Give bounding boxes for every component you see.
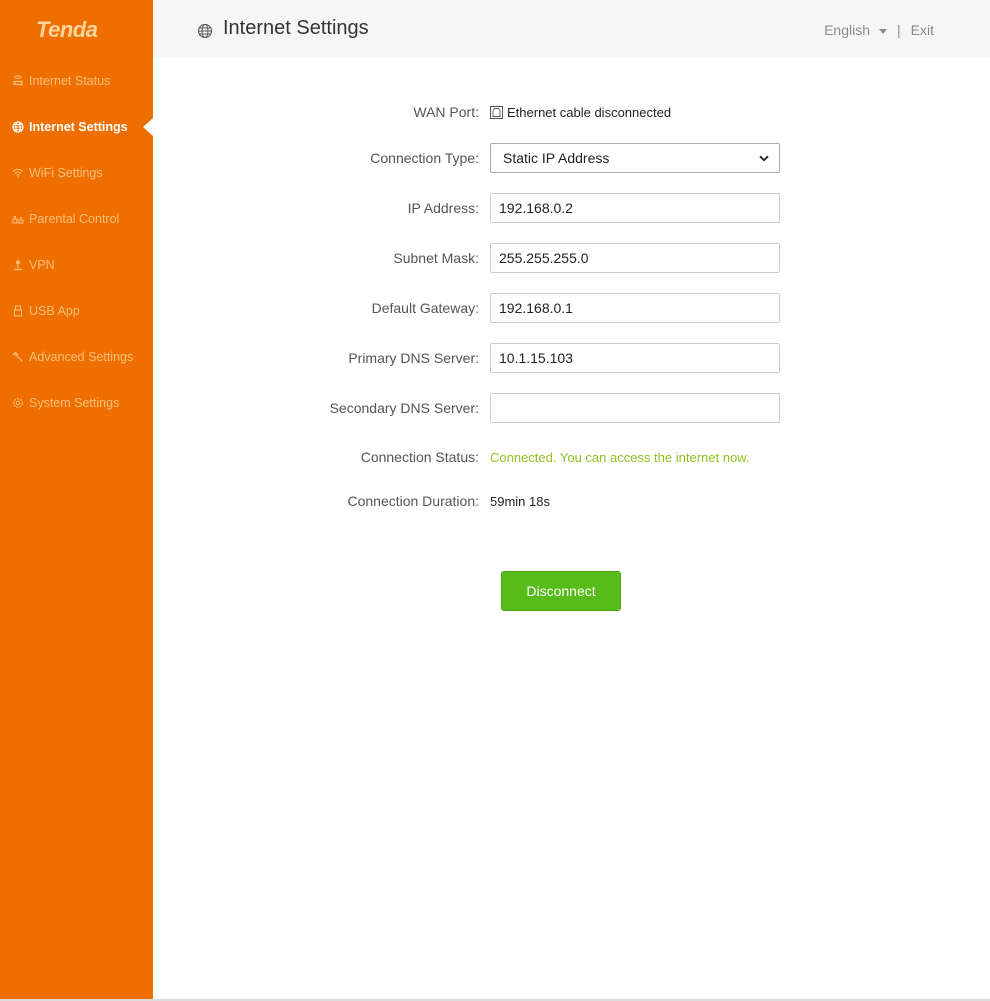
connection-status-value: Connected. You can access the internet n… bbox=[490, 449, 750, 465]
connection-status-label: Connection Status: bbox=[360, 449, 479, 465]
sidebar-item-internet-status[interactable]: Internet Status bbox=[0, 58, 153, 104]
usb-icon bbox=[11, 305, 24, 318]
primary-dns-row: Primary DNS Server: bbox=[153, 343, 990, 373]
globe-icon bbox=[197, 22, 213, 38]
parental-icon bbox=[11, 213, 24, 226]
wan-port-label: WAN Port: bbox=[413, 104, 479, 120]
default-gateway-input[interactable] bbox=[490, 293, 780, 323]
subnet-mask-input[interactable] bbox=[490, 243, 780, 273]
subnet-mask-label: Subnet Mask: bbox=[393, 250, 479, 266]
sidebar-item-usb-app[interactable]: USB App bbox=[0, 288, 153, 334]
sidebar-item-parental-control[interactable]: Parental Control bbox=[0, 196, 153, 242]
connection-duration-label: Connection Duration: bbox=[347, 493, 479, 509]
caret-down-icon bbox=[879, 28, 888, 34]
sidebar-item-label: Advanced Settings bbox=[29, 350, 134, 364]
primary-dns-input[interactable] bbox=[490, 343, 780, 373]
connection-status-row: Connection Status: Connected. You can ac… bbox=[153, 447, 990, 467]
sidebar-item-wifi-settings[interactable]: WiFi Settings bbox=[0, 150, 153, 196]
connection-type-select[interactable]: Static IP Address bbox=[490, 143, 780, 173]
language-label: English bbox=[824, 22, 871, 38]
page-title: Internet Settings bbox=[197, 17, 369, 40]
sidebar-item-advanced-settings[interactable]: Advanced Settings bbox=[0, 334, 153, 380]
vpn-icon bbox=[11, 259, 24, 272]
sidebar-item-label: Internet Settings bbox=[29, 120, 128, 134]
secondary-dns-label: Secondary DNS Server: bbox=[329, 400, 479, 416]
primary-dns-label: Primary DNS Server: bbox=[348, 350, 479, 366]
globe-icon bbox=[11, 121, 24, 134]
wan-port-status: Ethernet cable disconnected bbox=[507, 104, 672, 120]
sidebar-item-system-settings[interactable]: System Settings bbox=[0, 380, 153, 426]
sidebar: Tenda Internet Status Internet Settings … bbox=[0, 0, 153, 999]
chevron-down-icon bbox=[759, 155, 769, 162]
subnet-mask-row: Subnet Mask: bbox=[153, 243, 990, 273]
router-icon bbox=[11, 75, 24, 88]
connection-duration-row: Connection Duration: 59min 18s bbox=[153, 491, 990, 511]
ip-address-row: IP Address: bbox=[153, 193, 990, 223]
ethernet-port-icon bbox=[490, 105, 503, 119]
secondary-dns-input[interactable] bbox=[490, 393, 780, 423]
connection-type-row: Connection Type: Static IP Address bbox=[153, 143, 990, 173]
default-gateway-label: Default Gateway: bbox=[371, 300, 479, 316]
language-select[interactable]: English bbox=[824, 22, 888, 38]
gear-icon bbox=[11, 397, 24, 410]
exit-link[interactable]: Exit bbox=[911, 22, 934, 38]
header-bar: Internet Settings English | Exit bbox=[153, 0, 990, 58]
default-gateway-row: Default Gateway: bbox=[153, 293, 990, 323]
sidebar-item-vpn[interactable]: VPN bbox=[0, 242, 153, 288]
wan-port-row: WAN Port: Ethernet cable disconnected bbox=[153, 102, 990, 122]
ip-address-input[interactable] bbox=[490, 193, 780, 223]
sidebar-item-label: WiFi Settings bbox=[29, 166, 103, 180]
sidebar-nav: Internet Status Internet Settings WiFi S… bbox=[0, 58, 153, 426]
wrench-icon bbox=[11, 351, 24, 364]
sidebar-item-label: Parental Control bbox=[29, 212, 120, 226]
sidebar-item-label: VPN bbox=[29, 258, 55, 272]
connection-type-label: Connection Type: bbox=[370, 150, 479, 166]
sidebar-item-internet-settings[interactable]: Internet Settings bbox=[0, 104, 153, 150]
header-actions: English | Exit bbox=[824, 22, 934, 38]
tenda-logo: Tenda bbox=[36, 17, 98, 42]
connection-type-value: Static IP Address bbox=[503, 150, 610, 166]
header-separator: | bbox=[897, 22, 901, 38]
sidebar-item-label: USB App bbox=[29, 304, 80, 318]
disconnect-button[interactable]: Disconnect bbox=[501, 571, 621, 611]
page-title-text: Internet Settings bbox=[223, 17, 369, 39]
wifi-icon bbox=[11, 167, 24, 180]
sidebar-item-label: Internet Status bbox=[29, 74, 111, 88]
connection-duration-value: 59min 18s bbox=[490, 493, 550, 509]
ip-address-label: IP Address: bbox=[407, 200, 479, 216]
secondary-dns-row: Secondary DNS Server: bbox=[153, 393, 990, 423]
sidebar-item-label: System Settings bbox=[29, 396, 120, 410]
